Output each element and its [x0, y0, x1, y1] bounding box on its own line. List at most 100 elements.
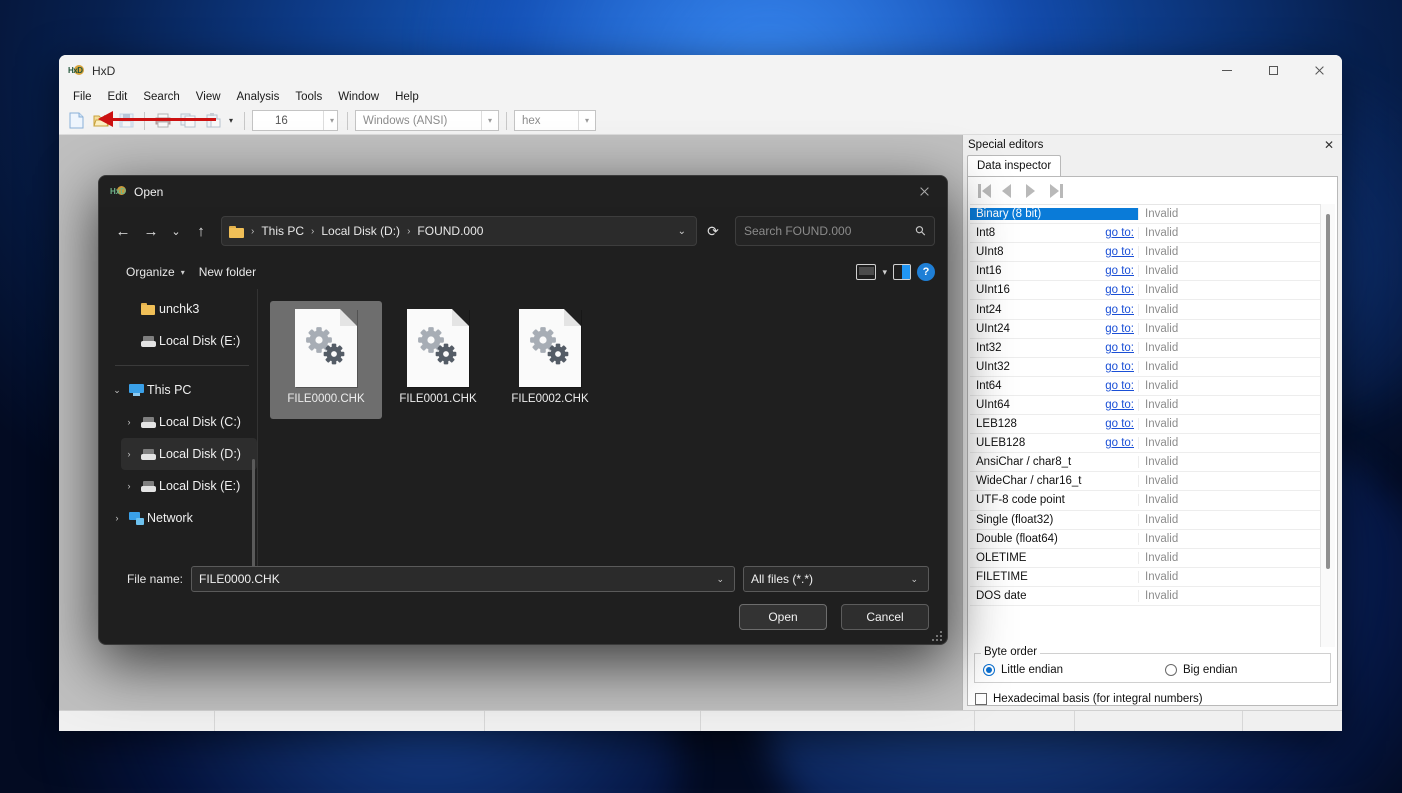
tree-item-local-disk-e[interactable]: Local Disk (E:) — [121, 325, 257, 357]
data-inspector-row[interactable]: UTF-8 code point Invalid — [970, 491, 1320, 511]
tree-item-local-disk-c[interactable]: › Local Disk (C:) — [121, 406, 257, 438]
goto-link[interactable]: go to: — [1002, 342, 1138, 354]
menu-edit[interactable]: Edit — [100, 89, 136, 105]
goto-link[interactable]: go to: — [1002, 380, 1138, 392]
maximize-button[interactable] — [1250, 55, 1296, 86]
chevron-down-icon[interactable]: ⌄ — [902, 574, 926, 585]
data-inspector-row[interactable]: Int24 go to: Invalid — [970, 300, 1320, 320]
open-button[interactable]: Open — [739, 604, 827, 630]
data-inspector-row-value[interactable]: Invalid — [1138, 589, 1308, 602]
data-inspector-row-value[interactable]: Invalid — [1138, 398, 1308, 411]
organize-button[interactable]: Organize ▾ — [119, 261, 192, 283]
data-inspector-row-value[interactable]: Invalid — [1138, 379, 1308, 392]
chevron-down-icon[interactable]: ▾ — [323, 111, 340, 130]
encoding-dropdown[interactable]: Windows (ANSI) ▾ — [355, 110, 499, 131]
data-inspector-scrollbar[interactable] — [1320, 204, 1335, 647]
menu-tools[interactable]: Tools — [287, 89, 330, 105]
file-name-input[interactable]: FILE0000.CHK ⌄ — [191, 566, 735, 592]
data-inspector-row-value[interactable]: Invalid — [1138, 494, 1308, 507]
data-inspector-row-value[interactable]: Invalid — [1138, 246, 1308, 259]
file-tile[interactable]: FILE0002.CHK — [494, 301, 606, 419]
data-inspector-row-value[interactable]: Invalid — [1138, 456, 1308, 469]
data-inspector-row-value[interactable]: Invalid — [1138, 208, 1308, 221]
offset-base-dropdown[interactable]: hex ▾ — [514, 110, 596, 131]
view-options-icon[interactable] — [856, 264, 877, 280]
tree-item-this-pc[interactable]: ⌄ This PC — [109, 374, 257, 406]
data-inspector-row[interactable]: LEB128 go to: Invalid — [970, 415, 1320, 435]
data-inspector-row[interactable]: Double (float64) Invalid — [970, 530, 1320, 549]
tree-item-local-disk-d[interactable]: › Local Disk (D:) — [121, 438, 257, 470]
tab-data-inspector[interactable]: Data inspector — [967, 155, 1062, 176]
address-bar[interactable]: › This PC › Local Disk (D:) › FOUND.000 … — [221, 216, 697, 246]
data-inspector-row[interactable]: Int16 go to: Invalid — [970, 262, 1320, 282]
chevron-down-icon[interactable]: ⌄ — [708, 574, 732, 585]
tree-item-network[interactable]: › Network — [109, 502, 257, 534]
breadcrumb-this-pc[interactable]: This PC — [257, 222, 308, 240]
forward-button[interactable]: → — [137, 217, 165, 245]
data-inspector-row-value[interactable]: Invalid — [1138, 437, 1308, 450]
tree-scrollbar[interactable] — [252, 459, 255, 566]
new-folder-button[interactable]: New folder — [192, 261, 263, 283]
data-inspector-row-value[interactable]: Invalid — [1138, 475, 1308, 488]
go-to-next-icon[interactable] — [1026, 184, 1042, 198]
preview-pane-icon[interactable] — [893, 264, 911, 280]
data-inspector-row-value[interactable]: Invalid — [1138, 341, 1308, 354]
back-button[interactable]: ← — [109, 217, 137, 245]
goto-link[interactable]: go to: — [1017, 418, 1138, 430]
data-inspector-row[interactable]: FILETIME Invalid — [970, 568, 1320, 587]
data-inspector-row[interactable]: AnsiChar / char8_t Invalid — [970, 453, 1320, 473]
search-box[interactable]: Search FOUND.000 ⚲ — [735, 216, 935, 246]
recent-locations-button[interactable]: ⌄ — [165, 217, 187, 245]
chevron-down-icon[interactable]: ▾ — [481, 111, 498, 130]
goto-link[interactable]: go to: — [1025, 437, 1138, 449]
file-list[interactable]: FILE0000.CHK FILE0001.CHK FILE0002.CHK — [257, 289, 947, 566]
help-icon[interactable]: ? — [917, 263, 935, 281]
data-inspector-row[interactable]: UInt16 go to: Invalid — [970, 281, 1320, 301]
close-icon[interactable]: ✕ — [1322, 139, 1336, 151]
data-inspector-row[interactable]: Int64 go to: Invalid — [970, 377, 1320, 396]
goto-link[interactable]: go to: — [995, 227, 1138, 239]
chevron-right-icon[interactable]: › — [121, 481, 137, 491]
data-inspector-row[interactable]: ULEB128 go to: Invalid — [970, 434, 1320, 454]
data-inspector-row[interactable]: OLETIME Invalid — [970, 549, 1320, 568]
data-inspector-row-value[interactable]: Invalid — [1138, 284, 1308, 297]
bytes-per-row-dropdown[interactable]: ▾ — [300, 110, 340, 131]
new-file-icon[interactable] — [65, 110, 87, 132]
minimize-button[interactable] — [1204, 55, 1250, 86]
goto-link[interactable]: go to: — [1002, 265, 1138, 277]
file-type-dropdown[interactable]: All files (*.*) ⌄ — [743, 566, 929, 592]
data-inspector-row-value[interactable]: Invalid — [1138, 303, 1308, 316]
chevron-down-icon[interactable]: ▾ — [882, 267, 887, 278]
tree-item-unchk3[interactable]: unchk3 — [121, 293, 257, 325]
up-button[interactable]: ↑ — [187, 217, 215, 245]
data-inspector-row[interactable]: UInt64 go to: Invalid — [970, 396, 1320, 416]
scrollbar-thumb[interactable] — [1326, 214, 1330, 569]
goto-link[interactable]: go to: — [1010, 399, 1138, 411]
data-inspector-row-value[interactable]: Invalid — [1138, 322, 1308, 335]
file-tile[interactable]: FILE0001.CHK — [382, 301, 494, 419]
data-inspector-row[interactable]: Int8 go to: Invalid — [970, 224, 1320, 244]
go-to-first-icon[interactable] — [978, 184, 994, 198]
radio-little-endian[interactable]: Little endian — [983, 664, 1165, 676]
data-inspector-row-value[interactable]: Invalid — [1138, 551, 1308, 564]
radio-big-endian[interactable]: Big endian — [1165, 664, 1237, 676]
go-to-previous-icon[interactable] — [1002, 184, 1018, 198]
close-button[interactable] — [1296, 55, 1342, 86]
goto-link[interactable]: go to: — [1002, 304, 1138, 316]
data-inspector-row[interactable]: Int32 go to: Invalid — [970, 339, 1320, 358]
file-tile[interactable]: FILE0000.CHK — [270, 301, 382, 419]
chevron-down-icon[interactable]: ▾ — [578, 111, 595, 130]
goto-link[interactable]: go to: — [1010, 323, 1138, 335]
data-inspector-row[interactable]: DOS date Invalid — [970, 587, 1320, 606]
menu-file[interactable]: File — [65, 89, 100, 105]
tree-item-local-disk-e[interactable]: › Local Disk (E:) — [121, 470, 257, 502]
refresh-icon[interactable]: ⟳ — [699, 217, 727, 245]
data-inspector-row[interactable]: UInt24 go to: Invalid — [970, 320, 1320, 339]
chevron-right-icon[interactable]: › — [121, 449, 137, 459]
chevron-down-icon[interactable]: ▾ — [225, 116, 237, 125]
dialog-close-button[interactable] — [901, 176, 947, 207]
data-inspector-row-value[interactable]: Invalid — [1138, 513, 1308, 526]
menu-view[interactable]: View — [188, 89, 229, 105]
data-inspector-row-value[interactable]: Invalid — [1138, 227, 1308, 240]
data-inspector-row-value[interactable]: Invalid — [1138, 418, 1308, 431]
